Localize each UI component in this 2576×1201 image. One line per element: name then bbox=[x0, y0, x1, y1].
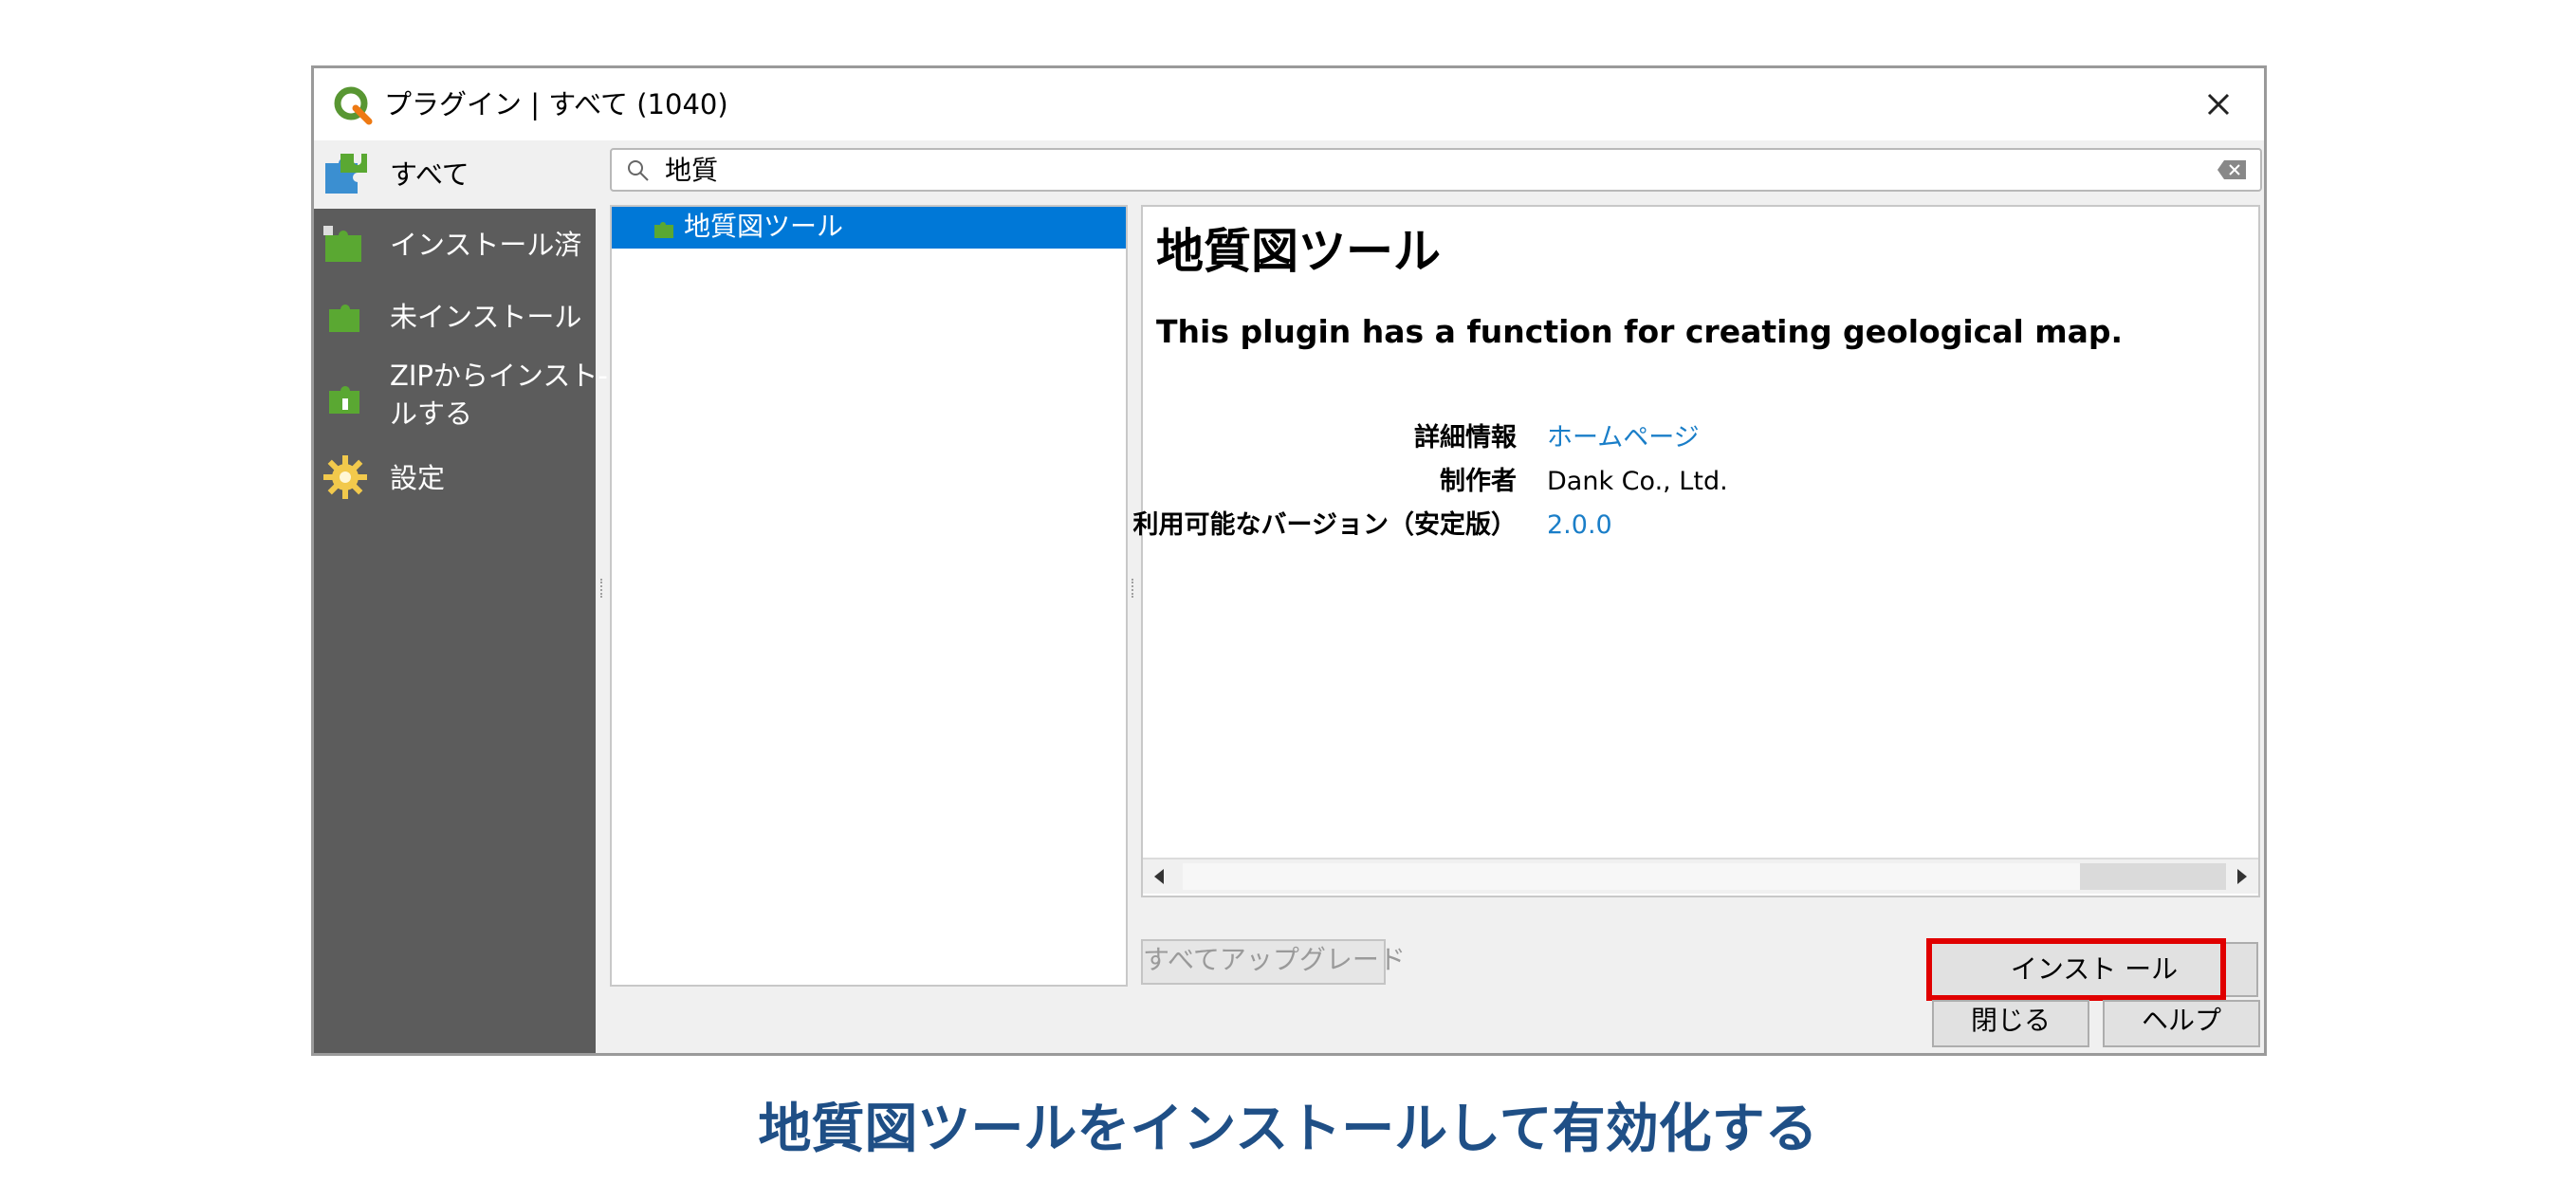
puzzle-all-icon bbox=[325, 154, 367, 194]
plugin-details: 地質図ツール This plugin has a function for cr… bbox=[1133, 205, 2260, 897]
search-icon bbox=[628, 160, 649, 181]
homepage-link[interactable]: ホームページ bbox=[1547, 421, 1700, 455]
sidebar-item-all[interactable]: すべて bbox=[314, 140, 596, 209]
upgrade-all-button[interactable]: すべてアップグレード bbox=[1141, 939, 1406, 985]
splitter-handle[interactable] bbox=[1132, 579, 1135, 598]
sidebar-item-label: 設定 bbox=[390, 462, 446, 494]
install-highlight-box bbox=[1926, 938, 2226, 1001]
plugin-list: 地質図ツール bbox=[610, 205, 1128, 987]
sidebar-item-settings[interactable]: 設定 bbox=[314, 442, 596, 514]
sidebar-item-label-line2: ルする bbox=[390, 397, 473, 430]
meta-key-version: 利用可能なバージョン（安定版） bbox=[1132, 510, 1517, 540]
close-button[interactable]: 閉じる bbox=[1932, 1000, 2089, 1047]
list-item[interactable]: 地質図ツール bbox=[612, 207, 1126, 249]
plugin-description: This plugin has a function for creating … bbox=[1156, 313, 2124, 350]
sidebar-item-installed[interactable]: インストール済 bbox=[314, 209, 596, 281]
sidebar-item-label: 未インストール bbox=[390, 301, 582, 333]
sidebar-item-label: インストール済 bbox=[390, 229, 582, 261]
window-title: プラグイン | すべて (1040) bbox=[384, 88, 728, 120]
scroll-left-icon[interactable] bbox=[1149, 865, 1171, 888]
horizontal-scrollbar[interactable] bbox=[1143, 858, 2258, 894]
caption-text: 地質図ツールをインストールして有効化する bbox=[758, 1099, 1818, 1160]
clear-search-icon[interactable] bbox=[2217, 159, 2247, 180]
gear-icon bbox=[323, 455, 367, 499]
help-button[interactable]: ヘルプ bbox=[2103, 1000, 2260, 1047]
sidebar-item-install-from-zip[interactable]: ZIPからインスト- ルする bbox=[314, 353, 608, 442]
scroll-right-icon[interactable] bbox=[2230, 865, 2253, 888]
sidebar: すべて インストール済 未インストール ZIPからインスト- ルする 設定 bbox=[314, 140, 608, 1053]
sidebar-item-label: すべて bbox=[390, 158, 469, 191]
search-value: 地質 bbox=[665, 155, 719, 186]
meta-key-info: 詳細情報 bbox=[1414, 423, 1517, 453]
plugin-title: 地質図ツール bbox=[1156, 224, 1441, 279]
puzzle-installed-icon bbox=[323, 226, 361, 262]
plugin-manager-window: プラグイン | すべて (1040) すべて インストール済 未インストール Z… bbox=[311, 65, 2267, 1056]
scrollbar-thumb[interactable] bbox=[1183, 863, 2080, 890]
meta-value-author: Dank Co., Ltd. bbox=[1547, 467, 1728, 496]
close-icon[interactable] bbox=[2196, 82, 2241, 127]
scrollbar-track[interactable] bbox=[2080, 863, 2226, 890]
splitter-handle[interactable] bbox=[600, 579, 604, 598]
meta-key-author: 制作者 bbox=[1440, 467, 1517, 496]
qgis-logo-icon bbox=[334, 86, 373, 125]
title-bar: プラグイン | すべて (1040) bbox=[314, 68, 2264, 140]
version-link[interactable]: 2.0.0 bbox=[1547, 508, 1612, 543]
puzzle-not-installed-icon bbox=[329, 305, 359, 332]
puzzle-icon bbox=[654, 222, 673, 238]
sidebar-item-label-line1: ZIPからインスト- bbox=[390, 360, 608, 392]
search-input[interactable]: 地質 bbox=[610, 148, 2262, 192]
puzzle-zip-icon bbox=[329, 386, 359, 414]
sidebar-item-not-installed[interactable]: 未インストール bbox=[314, 281, 596, 353]
list-item-label: 地質図ツール bbox=[684, 211, 844, 242]
